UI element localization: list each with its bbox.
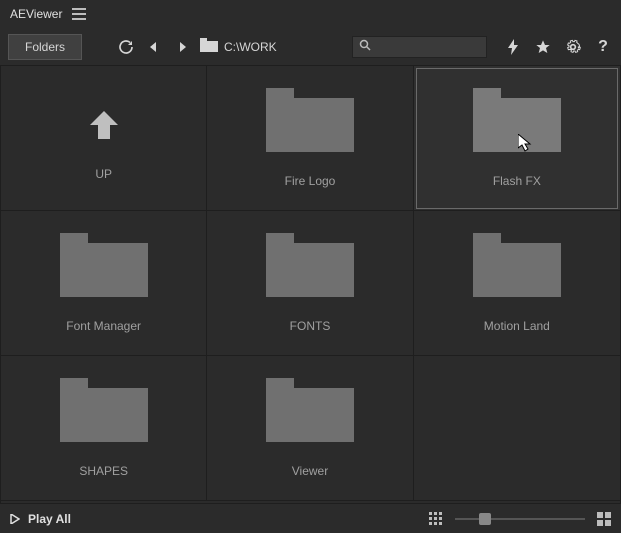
forward-icon[interactable] xyxy=(172,37,192,57)
play-all-button[interactable]: Play All xyxy=(10,512,71,526)
cell-label: Fire Logo xyxy=(285,174,336,188)
menu-icon[interactable] xyxy=(72,8,86,20)
title-bar: AEViewer xyxy=(0,0,621,28)
folder-cell[interactable]: Viewer xyxy=(207,356,413,501)
search-input[interactable] xyxy=(377,40,480,54)
folder-icon xyxy=(200,38,218,55)
toolbar: Folders C:\WORK xyxy=(0,28,621,66)
view-large-grid-icon[interactable] xyxy=(597,512,611,526)
play-icon xyxy=(10,514,20,524)
path-display[interactable]: C:\WORK xyxy=(200,38,277,55)
folder-glyph-icon xyxy=(266,88,354,152)
up-arrow-icon xyxy=(84,105,124,145)
play-all-label: Play All xyxy=(28,512,71,526)
up-cell[interactable]: UP xyxy=(1,66,207,211)
folder-glyph-icon xyxy=(473,88,561,152)
cell-label: Flash FX xyxy=(493,174,541,188)
folders-button[interactable]: Folders xyxy=(8,34,82,60)
folder-glyph-icon xyxy=(473,233,561,297)
empty-cell xyxy=(414,356,620,501)
folder-cell[interactable]: Font Manager xyxy=(1,211,207,356)
cell-label: Motion Land xyxy=(484,319,550,333)
folder-cell[interactable]: Fire Logo xyxy=(207,66,413,211)
folder-cell[interactable]: FONTS xyxy=(207,211,413,356)
path-text: C:\WORK xyxy=(224,40,277,54)
star-icon[interactable] xyxy=(533,37,553,57)
help-icon[interactable]: ? xyxy=(593,37,613,57)
folder-cell[interactable]: SHAPES xyxy=(1,356,207,501)
cell-label: FONTS xyxy=(290,319,331,333)
folder-glyph-icon xyxy=(266,378,354,442)
back-icon[interactable] xyxy=(144,37,164,57)
folder-cell[interactable]: Flash FX xyxy=(414,66,620,211)
reload-icon[interactable] xyxy=(116,37,136,57)
cell-label: UP xyxy=(95,167,112,181)
cell-label: SHAPES xyxy=(79,464,128,478)
folder-cell[interactable]: Motion Land xyxy=(414,211,620,356)
footer: Play All xyxy=(0,503,621,533)
cell-label: Font Manager xyxy=(66,319,141,333)
folder-glyph-icon xyxy=(60,378,148,442)
folder-grid: UP Fire Logo Flash FX Font Manager FONTS… xyxy=(1,66,620,501)
zoom-slider[interactable] xyxy=(455,510,585,528)
view-small-grid-icon[interactable] xyxy=(429,512,443,526)
folder-glyph-icon xyxy=(60,233,148,297)
gear-icon[interactable] xyxy=(563,37,583,57)
folder-glyph-icon xyxy=(266,233,354,297)
search-icon xyxy=(359,39,371,54)
search-box[interactable] xyxy=(352,36,487,58)
cell-label: Viewer xyxy=(292,464,328,478)
lightning-icon[interactable] xyxy=(503,37,523,57)
workspace: UP Fire Logo Flash FX Font Manager FONTS… xyxy=(0,66,621,503)
app-title: AEViewer xyxy=(10,7,62,21)
